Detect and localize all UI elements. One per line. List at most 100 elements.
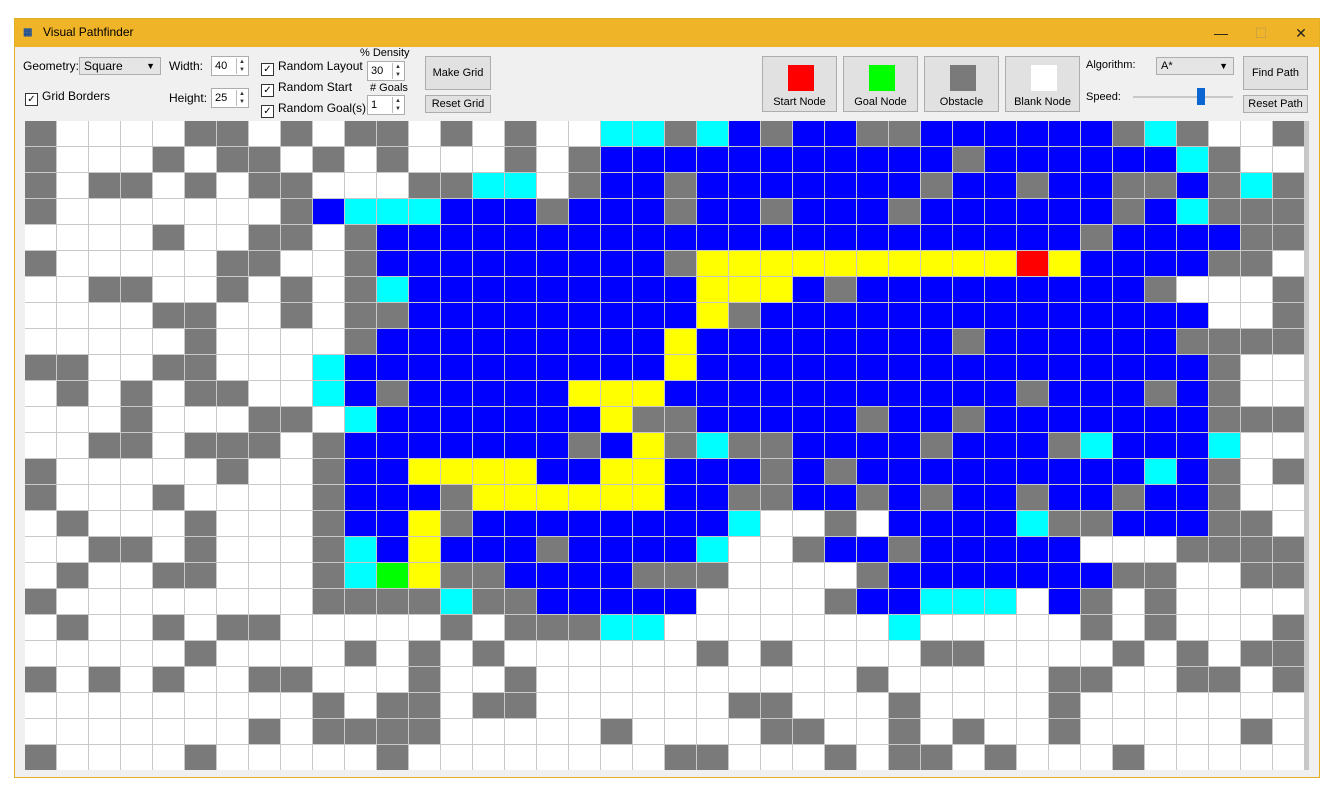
blank-cell[interactable] — [697, 589, 728, 614]
blank-cell[interactable] — [921, 615, 952, 640]
visited-cell[interactable] — [1145, 147, 1176, 172]
blank-cell[interactable] — [281, 459, 312, 484]
blank-cell[interactable] — [825, 563, 856, 588]
visited-cell[interactable] — [569, 355, 600, 380]
obstacle-cell[interactable] — [57, 511, 88, 536]
visited-cell[interactable] — [377, 355, 408, 380]
blank-cell[interactable] — [57, 719, 88, 744]
obstacle-cell[interactable] — [313, 693, 344, 718]
obstacle-cell[interactable] — [89, 277, 120, 302]
visited-cell[interactable] — [697, 147, 728, 172]
visited-cell[interactable] — [825, 485, 856, 510]
blank-cell[interactable] — [281, 537, 312, 562]
visited-cell[interactable] — [889, 485, 920, 510]
blank-cell[interactable] — [825, 615, 856, 640]
blank-cell[interactable] — [1145, 719, 1176, 744]
blank-cell[interactable] — [1177, 719, 1208, 744]
obstacle-cell[interactable] — [1273, 459, 1304, 484]
visited-cell[interactable] — [857, 355, 888, 380]
obstacle-cell[interactable] — [889, 199, 920, 224]
blank-cell[interactable] — [409, 147, 440, 172]
blank-cell[interactable] — [89, 381, 120, 406]
path-cell[interactable] — [601, 381, 632, 406]
obstacle-cell[interactable] — [281, 225, 312, 250]
obstacle-cell[interactable] — [1113, 121, 1144, 146]
obstacle-cell[interactable] — [249, 615, 280, 640]
obstacle-cell[interactable] — [185, 641, 216, 666]
obstacle-cell[interactable] — [409, 641, 440, 666]
blank-cell[interactable] — [1241, 459, 1272, 484]
visited-cell[interactable] — [1081, 121, 1112, 146]
blank-cell[interactable] — [473, 121, 504, 146]
visited-cell[interactable] — [665, 485, 696, 510]
blank-cell[interactable] — [217, 511, 248, 536]
visited-cell[interactable] — [1145, 225, 1176, 250]
path-cell[interactable] — [793, 251, 824, 276]
obstacle-cell[interactable] — [1177, 329, 1208, 354]
blank-cell[interactable] — [1273, 355, 1304, 380]
blank-cell[interactable] — [1241, 147, 1272, 172]
blank-cell[interactable] — [153, 511, 184, 536]
blank-cell[interactable] — [121, 121, 152, 146]
blank-cell[interactable] — [569, 719, 600, 744]
obstacle-cell[interactable] — [249, 225, 280, 250]
visited-cell[interactable] — [473, 225, 504, 250]
obstacle-cell[interactable] — [25, 459, 56, 484]
obstacle-cell[interactable] — [505, 615, 536, 640]
visited-cell[interactable] — [1145, 355, 1176, 380]
blank-cell[interactable] — [633, 719, 664, 744]
width-spinbox[interactable]: 40 ▲ ▼ — [211, 56, 249, 76]
obstacle-cell[interactable] — [249, 667, 280, 692]
obstacle-cell[interactable] — [473, 589, 504, 614]
visited-cell[interactable] — [857, 433, 888, 458]
visited-cell[interactable] — [569, 511, 600, 536]
blank-cell[interactable] — [633, 641, 664, 666]
visited-cell[interactable] — [985, 121, 1016, 146]
obstacle-cell[interactable] — [1209, 511, 1240, 536]
obstacle-cell[interactable] — [761, 433, 792, 458]
obstacle-cell[interactable] — [409, 589, 440, 614]
visited-cell[interactable] — [1113, 407, 1144, 432]
visited-cell[interactable] — [441, 277, 472, 302]
visited-cell[interactable] — [345, 433, 376, 458]
visited-cell[interactable] — [601, 225, 632, 250]
blank-cell[interactable] — [89, 485, 120, 510]
blank-cell[interactable] — [1241, 303, 1272, 328]
visited-cell[interactable] — [633, 173, 664, 198]
visited-cell[interactable] — [665, 589, 696, 614]
blank-cell[interactable] — [537, 745, 568, 770]
obstacle-cell[interactable] — [1177, 121, 1208, 146]
visited-cell[interactable] — [633, 537, 664, 562]
visited-cell[interactable] — [1081, 459, 1112, 484]
obstacle-cell[interactable] — [1241, 719, 1272, 744]
visited-cell[interactable] — [985, 485, 1016, 510]
visited-cell[interactable] — [345, 459, 376, 484]
visited-cell[interactable] — [1049, 485, 1080, 510]
visited-cell[interactable] — [505, 563, 536, 588]
blank-cell[interactable] — [89, 147, 120, 172]
visited-cell[interactable] — [857, 381, 888, 406]
obstacle-cell[interactable] — [1177, 537, 1208, 562]
find-path-button[interactable]: Find Path — [1243, 56, 1308, 90]
visited-cell[interactable] — [409, 407, 440, 432]
obstacle-cell[interactable] — [313, 147, 344, 172]
frontier-cell[interactable] — [409, 199, 440, 224]
blank-cell[interactable] — [185, 407, 216, 432]
visited-cell[interactable] — [793, 329, 824, 354]
obstacle-cell[interactable] — [57, 355, 88, 380]
obstacle-cell[interactable] — [185, 563, 216, 588]
obstacle-cell[interactable] — [569, 615, 600, 640]
obstacle-cell[interactable] — [1081, 615, 1112, 640]
obstacle-cell[interactable] — [729, 433, 760, 458]
blank-cell[interactable] — [921, 693, 952, 718]
obstacle-cell[interactable] — [89, 667, 120, 692]
obstacle-cell[interactable] — [121, 433, 152, 458]
blank-cell[interactable] — [25, 303, 56, 328]
obstacle-cell[interactable] — [473, 641, 504, 666]
visited-cell[interactable] — [1081, 251, 1112, 276]
visited-cell[interactable] — [1049, 459, 1080, 484]
obstacle-cell[interactable] — [57, 563, 88, 588]
spin-arrows-icon[interactable]: ▲ ▼ — [236, 58, 247, 74]
visited-cell[interactable] — [825, 381, 856, 406]
blank-cell[interactable] — [89, 329, 120, 354]
